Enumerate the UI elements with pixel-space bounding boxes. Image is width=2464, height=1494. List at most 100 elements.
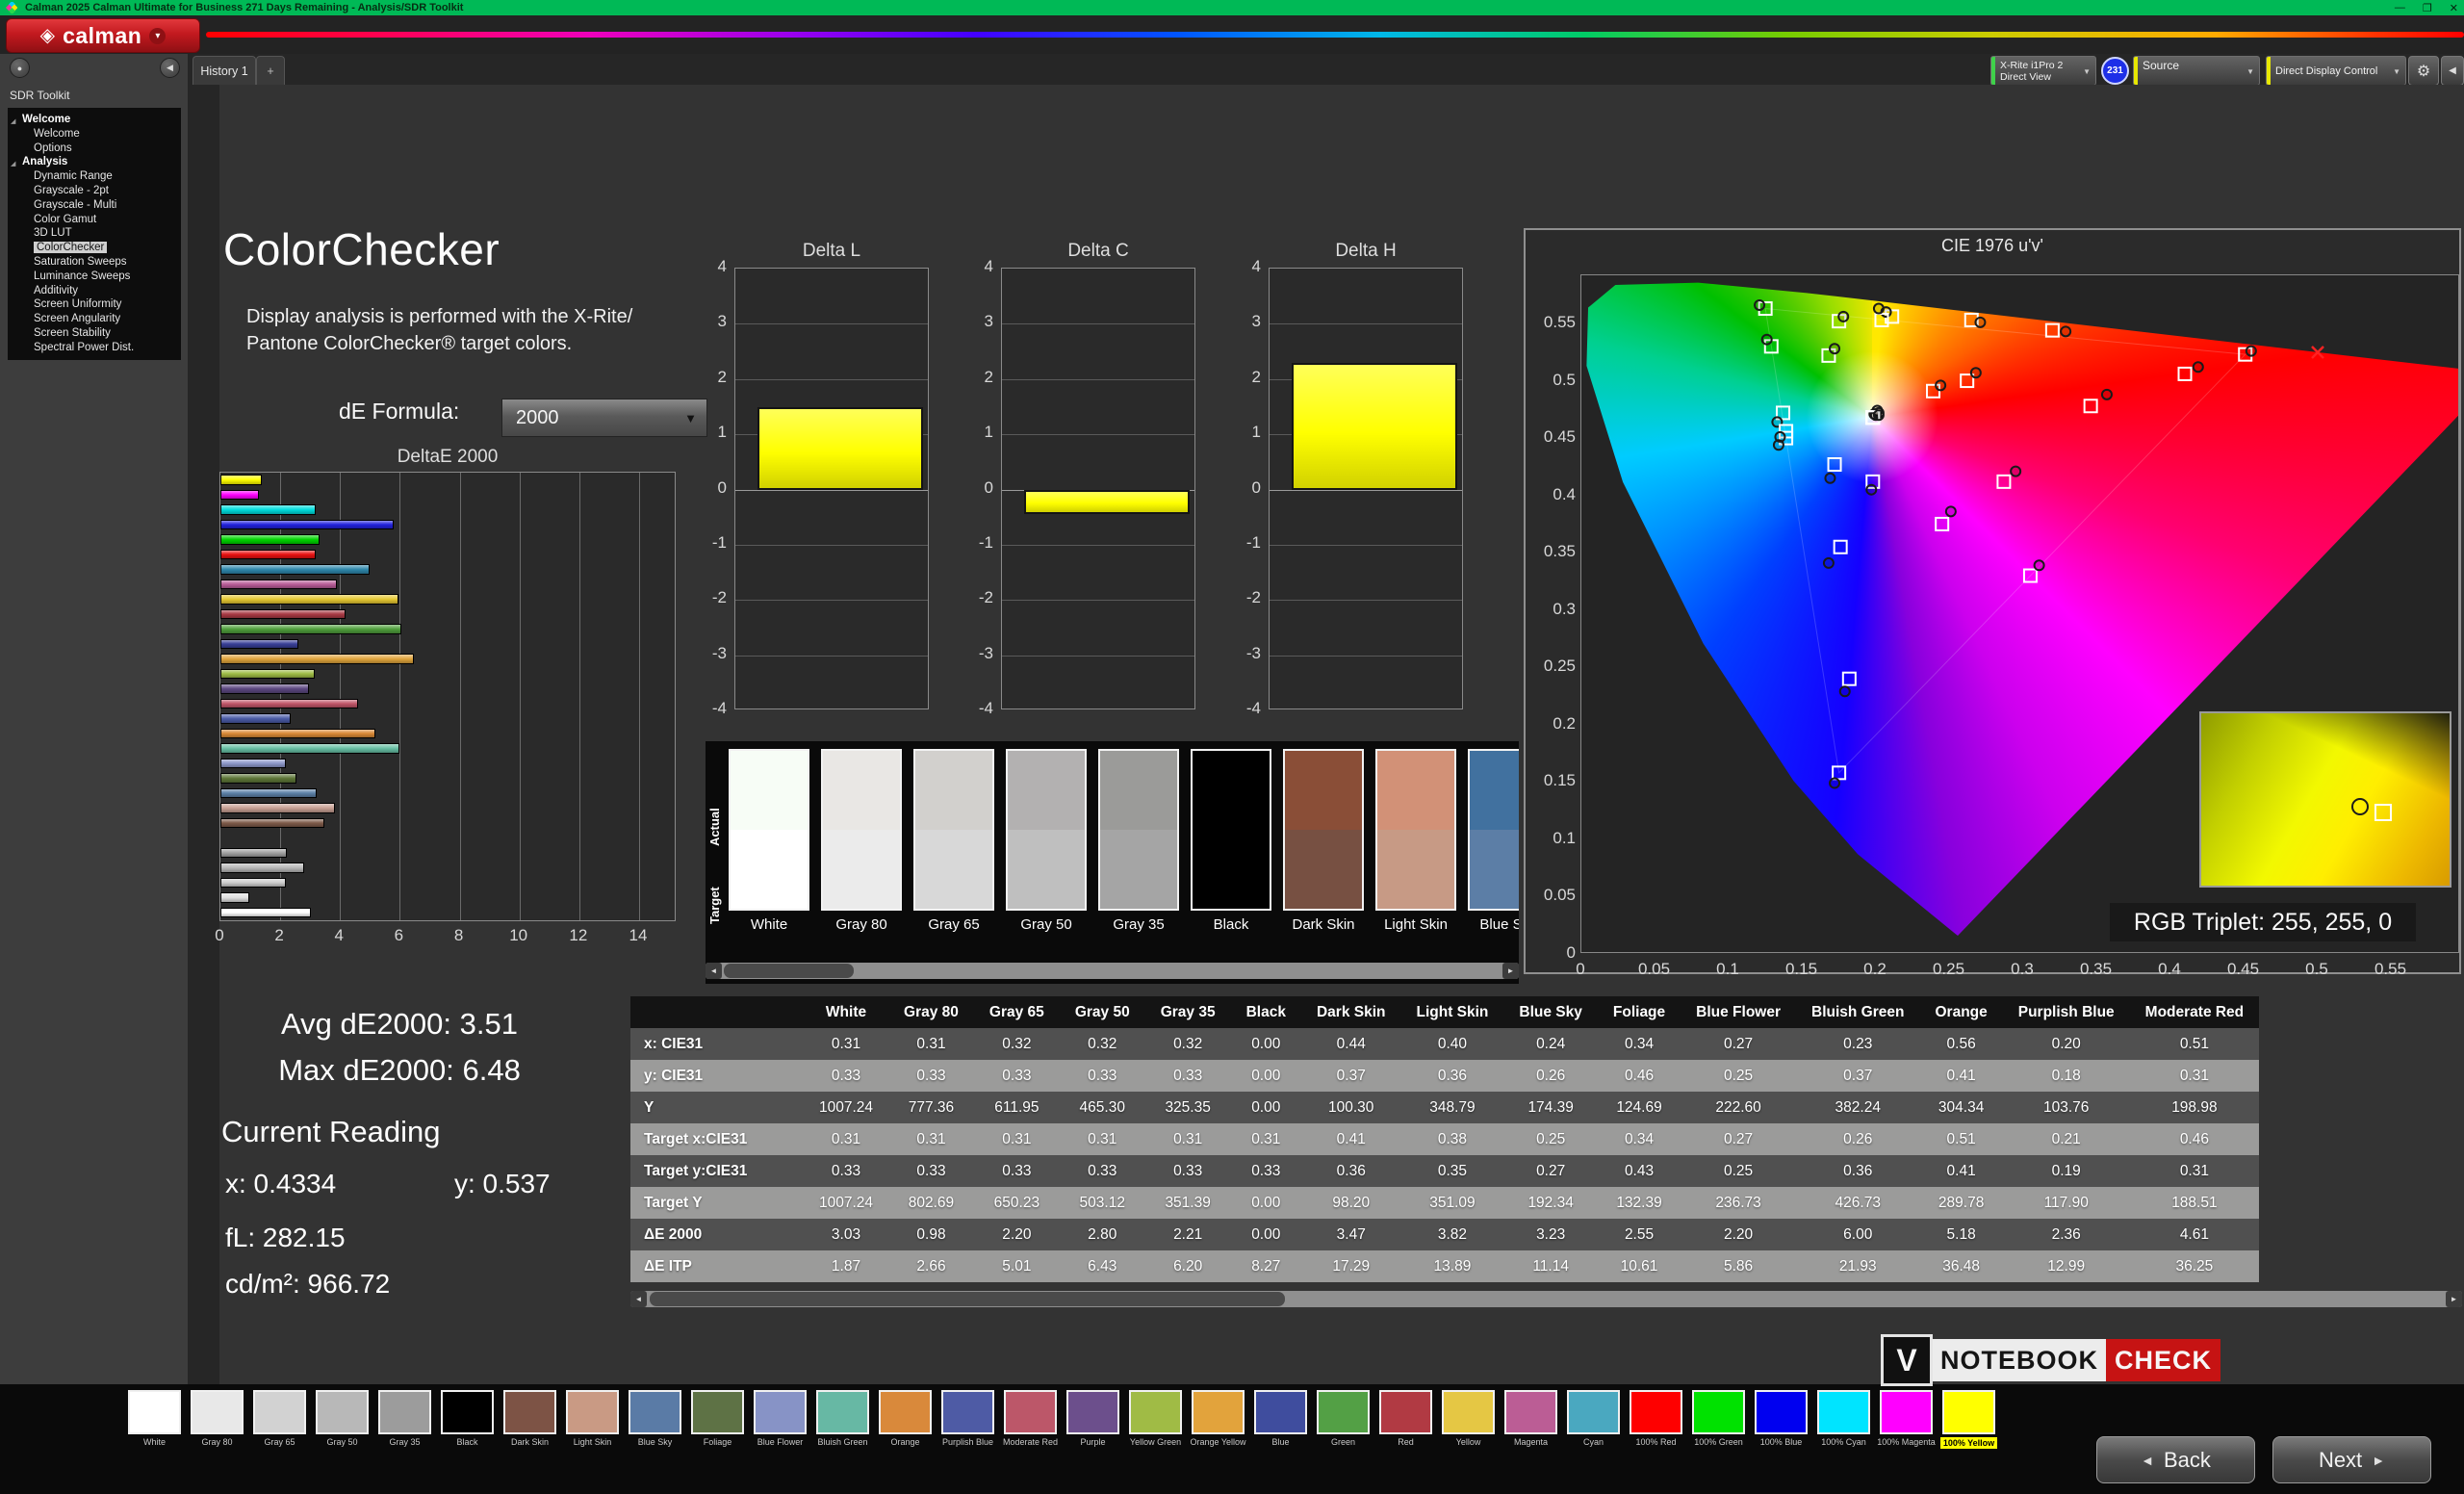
next-button[interactable]: Next ► xyxy=(2272,1436,2431,1483)
display-control-dropdown[interactable]: Direct Display Control ▼ xyxy=(2266,56,2406,86)
palette-item-purplish-blue[interactable]: Purplish Blue xyxy=(937,1390,999,1449)
settings-button[interactable]: ⚙ xyxy=(2408,56,2439,86)
patch-gray-35[interactable] xyxy=(1098,749,1179,911)
sidebar-item-grayscale-2pt[interactable]: Grayscale - 2pt xyxy=(8,184,181,198)
palette-item-white[interactable]: White xyxy=(123,1390,186,1449)
sidebar-item-screen-uniformity[interactable]: Screen Uniformity xyxy=(8,297,181,312)
palette-item-100-blue[interactable]: 100% Blue xyxy=(1750,1390,1812,1449)
sidebar-item-additivity[interactable]: Additivity xyxy=(8,284,181,298)
palette-item-foliage[interactable]: Foliage xyxy=(686,1390,749,1449)
measured-marker-100-cyan xyxy=(1775,432,1784,442)
sidebar-item-color-gamut[interactable]: Color Gamut xyxy=(8,213,181,227)
deltae-chart-title: DeltaE 2000 xyxy=(219,447,676,468)
tab-add-button[interactable]: + xyxy=(256,56,285,86)
sidebar-item-saturation-sweeps[interactable]: Saturation Sweeps xyxy=(8,255,181,270)
sidebar-item-options[interactable]: Options xyxy=(8,142,181,156)
sidebar-collapse-button[interactable]: ◀ xyxy=(160,58,180,78)
patch-gray-80[interactable] xyxy=(821,749,902,911)
meter-dropdown[interactable]: X-Rite i1Pro 2Direct View ▼ xyxy=(1990,56,2096,86)
scroll-right-icon[interactable]: ► xyxy=(1502,963,1519,979)
patch-blue-sky[interactable] xyxy=(1468,749,1519,911)
palette-item-gray-80[interactable]: Gray 80 xyxy=(186,1390,248,1449)
patch-black[interactable] xyxy=(1191,749,1271,911)
de-formula-select[interactable]: 2000 ▼ xyxy=(501,399,707,437)
sidebar-item-dynamic-range[interactable]: Dynamic Range xyxy=(8,169,181,184)
table-cell: 132.39 xyxy=(1598,1187,1681,1219)
table-horizontal-scrollbar[interactable]: ◄ ► xyxy=(630,1291,2462,1307)
palette-item-label: Green xyxy=(1331,1437,1355,1447)
table-cell: 0.27 xyxy=(1681,1028,1796,1060)
close-button[interactable]: ✕ xyxy=(2450,2,2458,14)
patch-gray-65[interactable] xyxy=(913,749,994,911)
tree-group-analysis[interactable]: ◢Analysis xyxy=(8,155,181,169)
sidebar-item-colorchecker[interactable]: ColorChecker xyxy=(8,241,181,255)
sidebar-item-screen-angularity[interactable]: Screen Angularity xyxy=(8,312,181,326)
swatch-scrollbar-thumb[interactable] xyxy=(724,964,854,978)
palette-item-100-yellow[interactable]: 100% Yellow xyxy=(1938,1390,2000,1449)
sidebar-item-grayscale-multi[interactable]: Grayscale - Multi xyxy=(8,198,181,213)
palette-item-blue[interactable]: Blue xyxy=(1249,1390,1312,1449)
patch-light-skin[interactable] xyxy=(1375,749,1456,911)
palette-item-green[interactable]: Green xyxy=(1312,1390,1374,1449)
gridline xyxy=(460,473,461,920)
palette-item-gray-35[interactable]: Gray 35 xyxy=(373,1390,436,1449)
palette-item-cyan[interactable]: Cyan xyxy=(1562,1390,1625,1449)
calman-menu-button[interactable]: ◈ calman ▾ xyxy=(6,18,200,53)
palette-item-magenta[interactable]: Magenta xyxy=(1500,1390,1562,1449)
patch-white[interactable] xyxy=(729,749,809,911)
back-button[interactable]: ◄ Back xyxy=(2096,1436,2255,1483)
patch-gray-50[interactable] xyxy=(1006,749,1087,911)
palette-item-gray-65[interactable]: Gray 65 xyxy=(248,1390,311,1449)
palette-item-blue-flower[interactable]: Blue Flower xyxy=(749,1390,811,1449)
palette-item-100-red[interactable]: 100% Red xyxy=(1625,1390,1687,1449)
tree-expand-icon[interactable]: ◢ xyxy=(11,116,15,130)
table-cell: 0.31 xyxy=(2130,1155,2260,1187)
table-cell: 503.12 xyxy=(1060,1187,1145,1219)
reading-y-value: y: 0.537 xyxy=(454,1169,551,1199)
palette-item-purple[interactable]: Purple xyxy=(1062,1390,1124,1449)
table-cell: 465.30 xyxy=(1060,1092,1145,1123)
palette-item-blue-sky[interactable]: Blue Sky xyxy=(624,1390,686,1449)
palette-item-bluish-green[interactable]: Bluish Green xyxy=(811,1390,874,1449)
cie-x-tick: 0.45 xyxy=(2224,960,2263,979)
chevron-down-icon[interactable]: ▾ xyxy=(149,28,166,44)
reading-count-badge[interactable]: 231 xyxy=(2101,57,2129,85)
maximize-button[interactable]: ❐ xyxy=(2423,2,2432,14)
minimize-button[interactable]: — xyxy=(2395,2,2405,13)
palette-item-moderate-red[interactable]: Moderate Red xyxy=(999,1390,1062,1449)
palette-item-label: Red xyxy=(1398,1437,1414,1447)
palette-item-black[interactable]: Black xyxy=(436,1390,499,1449)
palette-item-orange-yellow[interactable]: Orange Yellow xyxy=(1187,1390,1249,1449)
palette-item-yellow-green[interactable]: Yellow Green xyxy=(1124,1390,1187,1449)
palette-item-100-green[interactable]: 100% Green xyxy=(1687,1390,1750,1449)
palette-item-yellow[interactable]: Yellow xyxy=(1437,1390,1500,1449)
source-dropdown[interactable]: Source ▼ xyxy=(2133,56,2260,86)
palette-item-orange[interactable]: Orange xyxy=(874,1390,937,1449)
palette-item-gray-50[interactable]: Gray 50 xyxy=(311,1390,373,1449)
table-cell: 2.66 xyxy=(888,1250,974,1282)
scroll-left-icon[interactable]: ◄ xyxy=(630,1291,647,1307)
panel-collapse-button[interactable]: ◀ xyxy=(2441,56,2464,86)
tree-group-welcome[interactable]: ◢Welcome xyxy=(8,113,181,127)
table-cell: 0.46 xyxy=(2130,1123,2260,1155)
tab-history-1[interactable]: History 1 xyxy=(192,56,256,86)
sidebar-item-3d-lut[interactable]: 3D LUT xyxy=(8,226,181,241)
palette-item-100-cyan[interactable]: 100% Cyan xyxy=(1812,1390,1875,1449)
swatch-strip-scrollbar[interactable]: ◄► xyxy=(706,963,1519,979)
palette-item-label: 100% Blue xyxy=(1760,1437,1803,1447)
palette-item-100-magenta[interactable]: 100% Magenta xyxy=(1875,1390,1938,1449)
palette-item-light-skin[interactable]: Light Skin xyxy=(561,1390,624,1449)
sidebar-item-luminance-sweeps[interactable]: Luminance Sweeps xyxy=(8,270,181,284)
patch-dark-skin[interactable] xyxy=(1283,749,1364,911)
sidebar-item-screen-stability[interactable]: Screen Stability xyxy=(8,326,181,341)
workflow-options-button[interactable]: ● xyxy=(10,58,30,78)
sidebar-item-spectral-power-dist[interactable]: Spectral Power Dist. xyxy=(8,341,181,355)
scroll-right-icon[interactable]: ► xyxy=(2446,1291,2462,1307)
table-cell: 0.33 xyxy=(804,1155,888,1187)
table-scrollbar-thumb[interactable] xyxy=(650,1292,1285,1306)
palette-item-red[interactable]: Red xyxy=(1374,1390,1437,1449)
sidebar-item-welcome[interactable]: Welcome xyxy=(8,127,181,142)
tree-expand-icon[interactable]: ◢ xyxy=(11,158,15,172)
scroll-left-icon[interactable]: ◄ xyxy=(706,963,722,979)
palette-item-dark-skin[interactable]: Dark Skin xyxy=(499,1390,561,1449)
